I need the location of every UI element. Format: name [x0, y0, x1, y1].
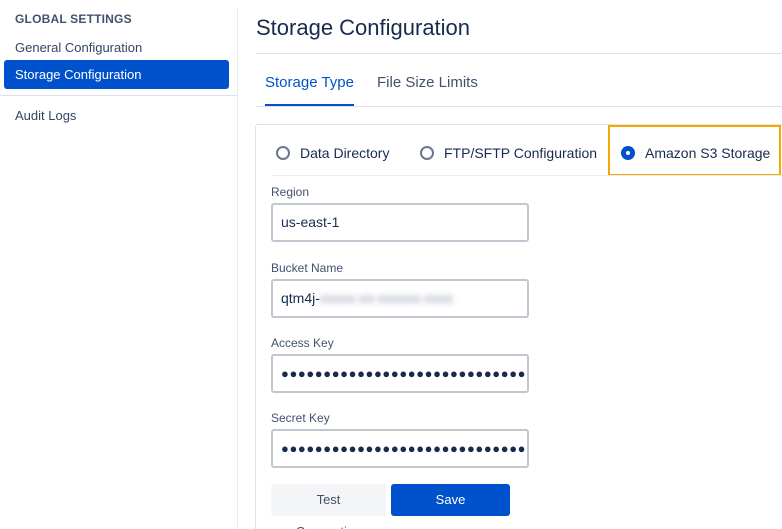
sidebar-divider	[0, 95, 238, 96]
bucket-value-prefix: qtm4j-	[281, 290, 320, 306]
tabs-divider	[256, 106, 782, 107]
sidebar: GLOBAL SETTINGS General Configuration St…	[0, 0, 238, 529]
radio-unchecked-icon	[276, 146, 290, 160]
title-divider	[256, 53, 782, 54]
radio-ftp-sftp-configuration[interactable]: FTP/SFTP Configuration	[420, 142, 597, 164]
sidebar-item-audit-logs[interactable]: Audit Logs	[4, 101, 229, 130]
secret-key-input[interactable]: ●●●●●●●●●●●●●●●●●●●●●●●●●●●●●●●	[271, 429, 529, 468]
radio-unchecked-icon	[420, 146, 434, 160]
radio-data-directory[interactable]: Data Directory	[276, 142, 389, 164]
bucket-name-input[interactable]: qtm4j-xxxxx-xx-xxxxxx-xxxx	[271, 279, 529, 318]
test-connection-button[interactable]: Test Connection	[271, 484, 386, 529]
sidebar-heading: GLOBAL SETTINGS	[15, 12, 132, 26]
radio-label: Data Directory	[300, 145, 390, 161]
region-input[interactable]: us-east-1	[271, 203, 529, 242]
highlight-box	[608, 125, 781, 176]
sidebar-border	[237, 8, 238, 529]
bucket-value-redacted: xxxxx-xx-xxxxxx-xxxx	[319, 290, 453, 306]
radio-row-divider	[271, 175, 782, 176]
tab-file-size-limits[interactable]: File Size Limits	[377, 64, 478, 106]
bucket-name-label: Bucket Name	[271, 261, 344, 275]
access-key-value: ●●●●●●●●●●●●●●●●●●●●●●●●●●●●●●●	[281, 366, 529, 381]
tab-storage-type[interactable]: Storage Type	[265, 64, 354, 106]
storage-panel	[255, 124, 782, 529]
save-connection-button[interactable]: Save Connection	[391, 484, 510, 529]
region-value: us-east-1	[281, 214, 340, 230]
region-label: Region	[271, 185, 310, 199]
access-key-label: Access Key	[271, 336, 334, 350]
page-title: Storage Configuration	[256, 15, 471, 40]
sidebar-item-general-configuration[interactable]: General Configuration	[4, 33, 229, 62]
secret-key-label: Secret Key	[271, 411, 330, 425]
tab-bar: Storage Type File Size Limits	[256, 64, 782, 107]
access-key-input[interactable]: ●●●●●●●●●●●●●●●●●●●●●●●●●●●●●●●	[271, 354, 529, 393]
radio-label: FTP/SFTP Configuration	[444, 145, 598, 161]
sidebar-item-storage-configuration[interactable]: Storage Configuration	[4, 60, 229, 89]
secret-key-value: ●●●●●●●●●●●●●●●●●●●●●●●●●●●●●●●	[281, 441, 529, 456]
